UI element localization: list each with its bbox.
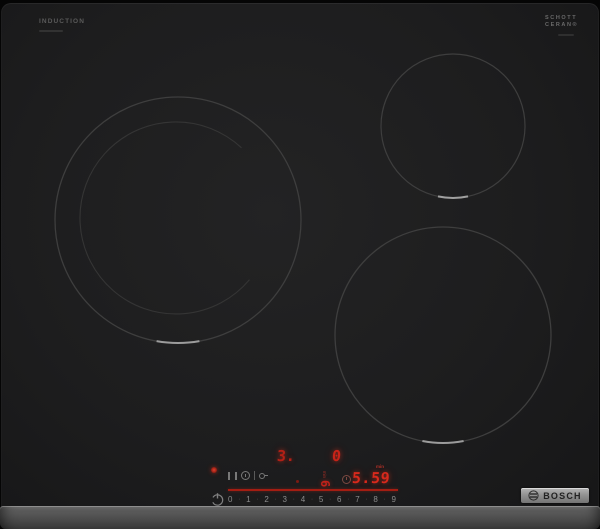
power-level-1[interactable]: 1 bbox=[246, 494, 250, 505]
power-icon bbox=[211, 493, 224, 506]
glass-surface: INDUCTION SCHOTT CERAN® 3. 0 min 6 min 5… bbox=[1, 3, 599, 529]
power-level-slider[interactable]: 0 · 1 · 2 · 3 · 4 · 5 · 6 · 7 · 8 · 9 bbox=[228, 494, 396, 505]
function-icon-row bbox=[228, 471, 268, 480]
induction-label: INDUCTION bbox=[39, 18, 86, 25]
timer-zone-value: 6 bbox=[318, 480, 332, 488]
level-separator: · bbox=[365, 496, 368, 503]
level-separator: · bbox=[256, 496, 259, 503]
fine-print-blur bbox=[558, 34, 574, 36]
power-level-7[interactable]: 7 bbox=[355, 494, 359, 505]
zone-rear-right-ring bbox=[380, 53, 526, 199]
icon-separator bbox=[254, 471, 255, 480]
level-separator: · bbox=[292, 496, 295, 503]
timer-zone-unit: min bbox=[322, 470, 328, 479]
zone-front-right-ring bbox=[334, 226, 552, 444]
power-level-0[interactable]: 0 bbox=[228, 494, 232, 505]
power-level-8[interactable]: 8 bbox=[373, 494, 377, 505]
power-level-5[interactable]: 5 bbox=[319, 494, 323, 505]
pause-icon[interactable] bbox=[228, 471, 237, 480]
bosch-logo-text: BOSCH bbox=[543, 490, 582, 501]
zone-left-outer-ring bbox=[54, 96, 302, 344]
level-separator: · bbox=[383, 496, 386, 503]
zone-left-position-mark bbox=[156, 340, 200, 344]
zone-left-inner-ring bbox=[79, 121, 250, 315]
cooking-zones-graphic bbox=[54, 53, 552, 444]
fine-print-blur bbox=[39, 30, 63, 32]
bosch-emblem-icon bbox=[528, 490, 539, 501]
zone-rear-right-position-mark bbox=[437, 195, 469, 199]
power-level-6[interactable]: 6 bbox=[337, 494, 341, 505]
timer-display: 5.59 bbox=[351, 469, 391, 487]
power-level-2[interactable]: 2 bbox=[264, 494, 268, 505]
zone-select-dot bbox=[296, 480, 299, 483]
power-button[interactable] bbox=[210, 492, 225, 507]
timer-function-icon[interactable] bbox=[241, 471, 250, 480]
power-level-3[interactable]: 3 bbox=[283, 494, 287, 505]
timer-clock-icon[interactable] bbox=[342, 475, 351, 484]
child-lock-icon[interactable] bbox=[259, 471, 268, 480]
zone-display-left: 3. bbox=[276, 447, 296, 465]
residual-heat-indicator-icon bbox=[211, 467, 217, 473]
level-separator: · bbox=[238, 496, 241, 503]
front-bevel bbox=[0, 506, 600, 529]
schott-ceran-logo: SCHOTT CERAN® bbox=[545, 15, 578, 28]
zone-front-right-position-mark bbox=[422, 440, 464, 444]
schott-line: SCHOTT bbox=[545, 15, 578, 21]
level-separator: · bbox=[329, 496, 332, 503]
bosch-logo-plaque: BOSCH bbox=[521, 488, 589, 503]
power-level-9[interactable]: 9 bbox=[392, 494, 396, 505]
level-separator: · bbox=[274, 496, 277, 503]
power-level-4[interactable]: 4 bbox=[301, 494, 305, 505]
slider-accent-line bbox=[228, 489, 398, 491]
cooktop: INDUCTION SCHOTT CERAN® 3. 0 min 6 min 5… bbox=[0, 0, 600, 529]
ceran-line: CERAN® bbox=[545, 21, 579, 28]
level-separator: · bbox=[310, 496, 314, 503]
level-separator: · bbox=[347, 496, 350, 503]
